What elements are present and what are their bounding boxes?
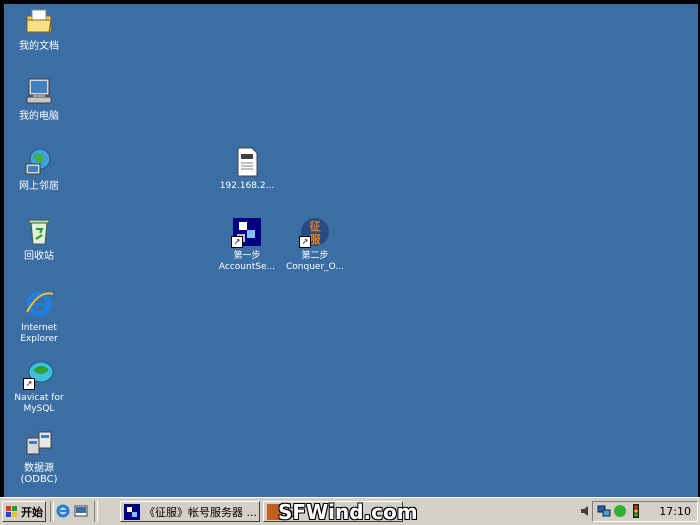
navicat-tray-icon[interactable] [613,504,627,518]
quicklaunch-ie-icon[interactable] [55,503,71,519]
database-icon [23,428,55,460]
odbc-label: 数据源 (ODBC) [20,463,58,485]
account-server-label: 第一步 AccountSe... [218,251,276,272]
start-button[interactable]: 开始 [2,501,46,522]
conquer-shortcut[interactable]: 征 服 ↗ 第二步 Conquer_O... [280,216,350,273]
network-globe-icon [23,146,55,178]
svg-text:征: 征 [310,219,321,233]
task-account-server-label: 《征服》帐号服务器 ... [144,505,257,519]
account-server-shortcut[interactable]: ↗ 第一步 AccountSe... [212,216,282,273]
svg-text:服: 服 [310,233,322,246]
desktop: 我的文档 我的电脑 网上邻居 回收站 Internet Explorer ↗ N… [4,4,698,497]
folder-icon [23,6,55,38]
show-desktop-icon[interactable] [73,503,89,519]
network-connection-icon[interactable] [597,504,611,518]
conquer-label: 第二步 Conquer_O... [286,251,344,272]
shortcut-arrow-icon: ↗ [299,236,311,248]
network-places-shortcut[interactable]: 网上邻居 [4,146,74,192]
network-places-label: 网上邻居 [19,181,59,192]
traffic-light-icon[interactable] [629,504,643,518]
clock[interactable]: 17:10 [659,505,691,518]
text-file-shortcut[interactable]: 192.168.2... [212,146,282,192]
text-file-label: 192.168.2... [219,181,275,191]
speaker-icon[interactable] [579,504,593,518]
task-account-server[interactable]: 《征服》帐号服务器 ... [120,501,260,522]
account-server-icon: ↗ [231,216,263,248]
my-computer-label: 我的电脑 [19,111,59,122]
navicat-icon: ↗ [23,358,55,390]
navicat-shortcut[interactable]: ↗ Navicat for MySQL [4,358,74,415]
internet-explorer-label: Internet Explorer [20,323,58,344]
shortcut-arrow-icon: ↗ [231,236,243,248]
system-tray: 17:10 [581,501,698,522]
windows-flag-icon [6,505,17,517]
shortcut-arrow-icon: ↗ [23,378,35,390]
my-computer-shortcut[interactable]: 我的电脑 [4,76,74,122]
computer-icon [23,76,55,108]
text-document-icon [231,146,263,178]
account-server-icon [124,503,140,520]
watermark-text: SFWind.com [278,500,418,524]
taskbar-separator [50,501,54,522]
recycle-bin-shortcut[interactable]: 回收站 [4,216,74,262]
recycle-bin-label: 回收站 [24,251,54,262]
odbc-shortcut[interactable]: 数据源 (ODBC) [4,428,74,485]
my-documents-label: 我的文档 [19,41,59,52]
navicat-label: Navicat for MySQL [14,393,64,414]
start-label: 开始 [21,505,43,519]
internet-explorer-icon [23,288,55,320]
taskbar-separator [94,501,98,522]
conquer-game-icon: 征 服 ↗ [299,216,331,248]
recycle-bin-icon [23,216,55,248]
internet-explorer-shortcut[interactable]: Internet Explorer [4,288,74,345]
my-documents-shortcut[interactable]: 我的文档 [4,6,74,52]
